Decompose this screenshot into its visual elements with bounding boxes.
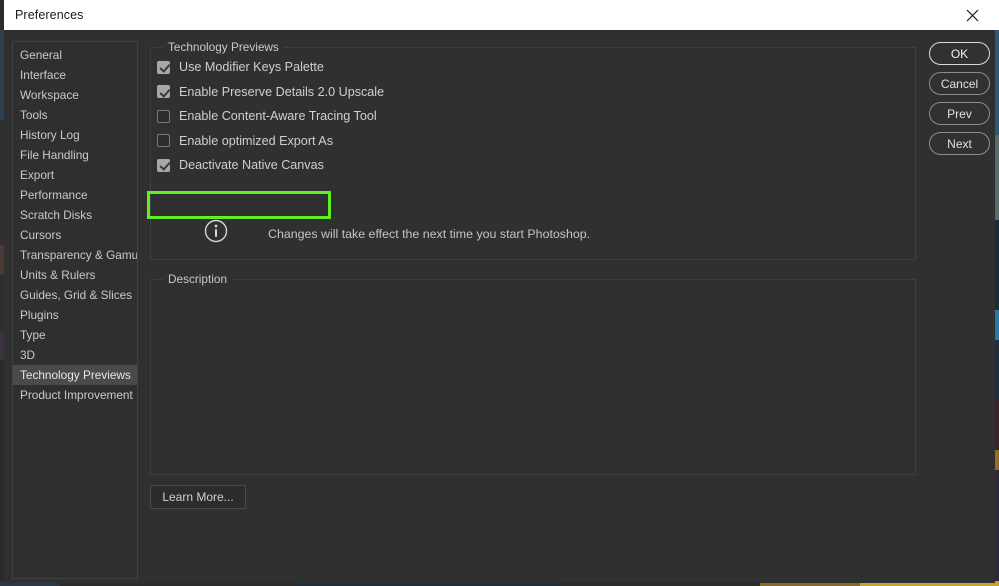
dialog-body: General Interface Workspace Tools History Lo…	[4, 30, 995, 583]
checkbox-label: Deactivate Native Canvas	[179, 158, 324, 172]
sidebar-item-cursors[interactable]: Cursors	[13, 225, 137, 245]
checkbox-row-use-modifier-keys-palette[interactable]: Use Modifier Keys Palette	[157, 56, 324, 78]
sidebar-item-label: Units & Rulers	[20, 268, 96, 282]
checkbox-checked-icon[interactable]	[157, 85, 170, 98]
sidebar-item-label: Interface	[20, 68, 66, 82]
sidebar-item-general[interactable]: General	[13, 45, 137, 65]
sidebar-item-label: Export	[20, 168, 55, 182]
checkbox-unchecked-icon[interactable]	[157, 134, 170, 147]
button-label: Cancel	[940, 76, 979, 91]
close-icon[interactable]	[949, 0, 995, 30]
sidebar-item-export[interactable]: Export	[13, 165, 137, 185]
sidebar-item-label: Workspace	[20, 88, 79, 102]
sidebar-item-scratch-disks[interactable]: Scratch Disks	[13, 205, 137, 225]
checkbox-label: Enable Content-Aware Tracing Tool	[179, 109, 377, 123]
sidebar-item-technology-previews[interactable]: Technology Previews	[13, 365, 137, 385]
sidebar-item-workspace[interactable]: Workspace	[13, 85, 137, 105]
sidebar-item-plugins[interactable]: Plugins	[13, 305, 137, 325]
sidebar-item-label: File Handling	[20, 148, 89, 162]
checkbox-row-enable-preserve-details-2-0-upscale[interactable]: Enable Preserve Details 2.0 Upscale	[157, 81, 384, 103]
dialog-titlebar: Preferences	[4, 0, 995, 30]
sidebar-item-label: Tools	[20, 108, 48, 122]
sidebar-item-label: Cursors	[20, 228, 62, 242]
sidebar-item-label: Technology Previews	[20, 368, 131, 382]
checkbox-row-enable-optimized-export-as[interactable]: Enable optimized Export As	[157, 130, 333, 152]
sidebar-item-interface[interactable]: Interface	[13, 65, 137, 85]
dialog-title: Preferences	[15, 8, 84, 22]
sidebar-item-label: General	[20, 48, 62, 62]
ok-button[interactable]: OK	[929, 42, 990, 65]
sidebar-item-history-log[interactable]: History Log	[13, 125, 137, 145]
description-legend: Description	[163, 272, 233, 286]
sidebar-item-product-improvement[interactable]: Product Improvement	[13, 385, 137, 405]
sidebar-item-3d[interactable]: 3D	[13, 345, 137, 365]
dialog-action-buttons: OK Cancel Prev Next	[929, 42, 991, 162]
sidebar-item-label: Performance	[20, 188, 88, 202]
button-label: Next	[947, 136, 972, 151]
info-icon	[204, 219, 228, 248]
preferences-category-list[interactable]: General Interface Workspace Tools History Lo…	[12, 41, 138, 579]
checkbox-label: Enable Preserve Details 2.0 Upscale	[179, 84, 385, 99]
sidebar-item-type[interactable]: Type	[13, 325, 137, 345]
sidebar-item-tools[interactable]: Tools	[13, 105, 137, 125]
sidebar-item-units-rulers[interactable]: Units & Rulers	[13, 265, 137, 285]
checkbox-row-enable-content-aware-tracing-tool[interactable]: Enable Content-Aware Tracing Tool	[157, 105, 377, 127]
restart-note: Changes will take effect the next time y…	[204, 219, 590, 248]
learn-more-button[interactable]: Learn More...	[150, 485, 246, 509]
sidebar-item-guides-grid-slices[interactable]: Guides, Grid & Slices	[13, 285, 137, 305]
sidebar-item-label: 3D	[20, 348, 36, 362]
sidebar-item-performance[interactable]: Performance	[13, 185, 137, 205]
preferences-dialog: Preferences General Interface Workspace Too…	[4, 0, 995, 583]
checkbox-unchecked-icon[interactable]	[157, 109, 170, 123]
next-button[interactable]: Next	[929, 132, 990, 155]
sidebar-item-label: Guides, Grid & Slices	[20, 288, 133, 302]
checkbox-checked-icon[interactable]	[157, 158, 170, 172]
sidebar-item-transparency-gamut[interactable]: Transparency & Gamut	[13, 245, 137, 265]
sidebar-item-label: Product Improvement	[20, 388, 133, 402]
description-group: Description	[150, 272, 916, 475]
sidebar-item-label: Type	[20, 328, 46, 342]
sidebar-item-label: Transparency & Gamut	[20, 248, 138, 262]
checkbox-row-deactivate-native-canvas[interactable]: Deactivate Native Canvas	[157, 154, 324, 176]
prev-button[interactable]: Prev	[929, 102, 990, 125]
sidebar-item-label: Plugins	[20, 308, 59, 322]
checkbox-label: Use Modifier Keys Palette	[179, 60, 324, 74]
restart-note-text: Changes will take effect the next time y…	[268, 226, 591, 241]
checkbox-checked-icon[interactable]	[157, 60, 170, 74]
sidebar-item-file-handling[interactable]: File Handling	[13, 145, 137, 165]
technology-previews-legend: Technology Previews	[163, 40, 284, 54]
sidebar-item-label: Scratch Disks	[20, 208, 93, 222]
checkbox-label: Enable optimized Export As	[179, 133, 334, 148]
sidebar-item-label: History Log	[20, 128, 80, 142]
cancel-button[interactable]: Cancel	[929, 72, 990, 95]
button-label: Prev	[947, 106, 972, 121]
button-label: OK	[950, 46, 969, 61]
